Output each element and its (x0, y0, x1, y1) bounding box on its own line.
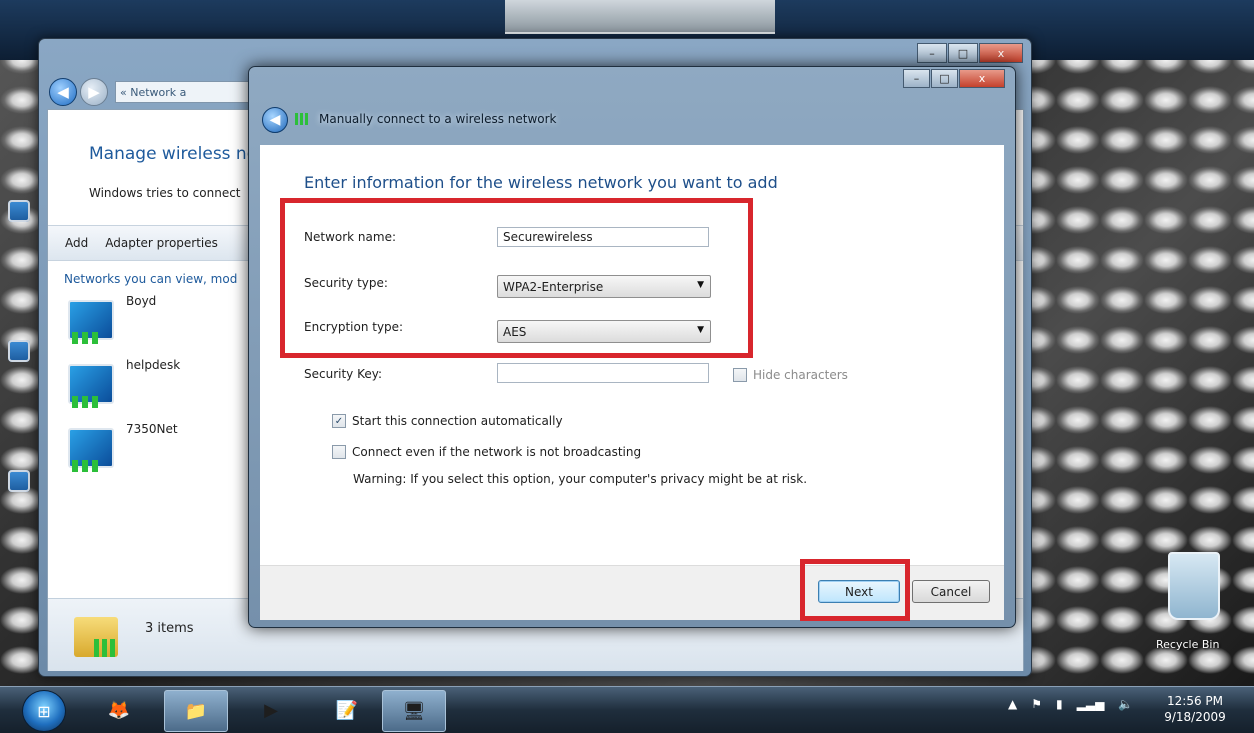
dialog-heading: Enter information for the wireless netwo… (304, 173, 778, 192)
system-tray: ▲ ⚑ ▮ ▂▃▅ 🔈 (1008, 697, 1133, 711)
start-automatically-label: Start this connection automatically (352, 414, 563, 428)
page-subtitle: Windows tries to connect (89, 186, 241, 200)
signal-bars-icon (72, 396, 112, 408)
next-highlight-box (800, 559, 910, 621)
maximize-button[interactable]: □ (948, 43, 978, 63)
close-button[interactable]: x (959, 69, 1005, 88)
privacy-warning: Warning: If you select this option, your… (353, 472, 808, 486)
connect-not-broadcasting-row[interactable]: Connect even if the network is not broad… (332, 445, 641, 459)
list-header: Networks you can view, mod (64, 272, 238, 286)
adapter-properties-button[interactable]: Adapter properties (105, 236, 218, 250)
back-arrow-icon[interactable]: ◀ (49, 78, 77, 106)
security-key-field[interactable] (497, 363, 709, 383)
form-highlight-box (280, 198, 753, 358)
desktop-shortcut-icon[interactable] (8, 200, 30, 222)
list-item[interactable]: Boyd (68, 294, 228, 350)
maximize-button[interactable]: □ (931, 69, 958, 88)
recycle-bin-label: Recycle Bin (1156, 638, 1220, 651)
signal-bars-icon (94, 639, 124, 657)
item-count: 3 items (145, 621, 194, 636)
network-name: helpdesk (126, 358, 181, 372)
window-controls: – □ x (916, 43, 1023, 63)
signal-icon[interactable]: ▂▃▅ (1077, 697, 1105, 711)
list-item[interactable]: helpdesk (68, 358, 228, 414)
flag-icon[interactable]: ⚑ (1031, 697, 1042, 711)
forward-arrow-icon[interactable]: ▶ (80, 78, 108, 106)
network-center-icon[interactable]: 🖥 (382, 690, 446, 732)
add-button[interactable]: Add (65, 236, 88, 250)
start-automatically-row[interactable]: ✓ Start this connection automatically (332, 414, 563, 428)
security-key-label: Security Key: (304, 367, 383, 381)
cancel-button[interactable]: Cancel (912, 580, 990, 603)
start-automatically-checkbox[interactable]: ✓ (332, 414, 346, 428)
minimize-button[interactable]: – (917, 43, 947, 63)
list-item[interactable]: 7350Net (68, 422, 228, 478)
volume-icon[interactable]: 🔈 (1118, 697, 1133, 711)
signal-bars-icon (72, 460, 112, 472)
minimize-button[interactable]: – (903, 69, 930, 88)
dialog-title: Manually connect to a wireless network (319, 112, 557, 126)
connect-not-broadcasting-label: Connect even if the network is not broad… (352, 445, 642, 459)
firefox-icon[interactable]: 🦊 (88, 690, 150, 730)
network-name: 7350Net (126, 422, 178, 436)
taskbar: ⊞ 🦊 📁 ▶ 📝 🖥 ▲ ⚑ ▮ ▂▃▅ 🔈 12:56 PM 9/18/20… (0, 686, 1254, 733)
start-button[interactable]: ⊞ (22, 690, 66, 732)
clock[interactable]: 12:56 PM 9/18/2009 (1160, 693, 1230, 725)
network-name: Boyd (126, 294, 157, 308)
wallpaper-mirror (505, 0, 775, 34)
word-icon[interactable]: 📝 (316, 690, 378, 730)
recycle-bin-icon[interactable] (1168, 552, 1220, 620)
page-title: Manage wireless ne (89, 144, 258, 164)
clock-date: 9/18/2009 (1164, 710, 1226, 724)
desktop-shortcut-icon[interactable] (8, 340, 30, 362)
explorer-icon[interactable]: 📁 (164, 690, 228, 732)
show-hidden-icon[interactable]: ▲ (1008, 697, 1017, 711)
back-arrow-icon[interactable]: ◀ (262, 107, 288, 133)
close-button[interactable]: x (979, 43, 1023, 63)
clock-time: 12:56 PM (1167, 694, 1223, 708)
media-player-icon[interactable]: ▶ (240, 690, 302, 730)
dialog-controls: – □ x (902, 69, 1005, 88)
signal-bars-icon (72, 332, 112, 344)
hide-characters-row[interactable]: Hide characters (733, 368, 848, 382)
battery-icon[interactable]: ▮ (1056, 697, 1063, 711)
wireless-signal-icon (295, 113, 313, 125)
hide-characters-label: Hide characters (753, 368, 848, 382)
desktop-shortcut-icon[interactable] (8, 470, 30, 492)
hide-characters-checkbox[interactable] (733, 368, 747, 382)
connect-not-broadcasting-checkbox[interactable] (332, 445, 346, 459)
